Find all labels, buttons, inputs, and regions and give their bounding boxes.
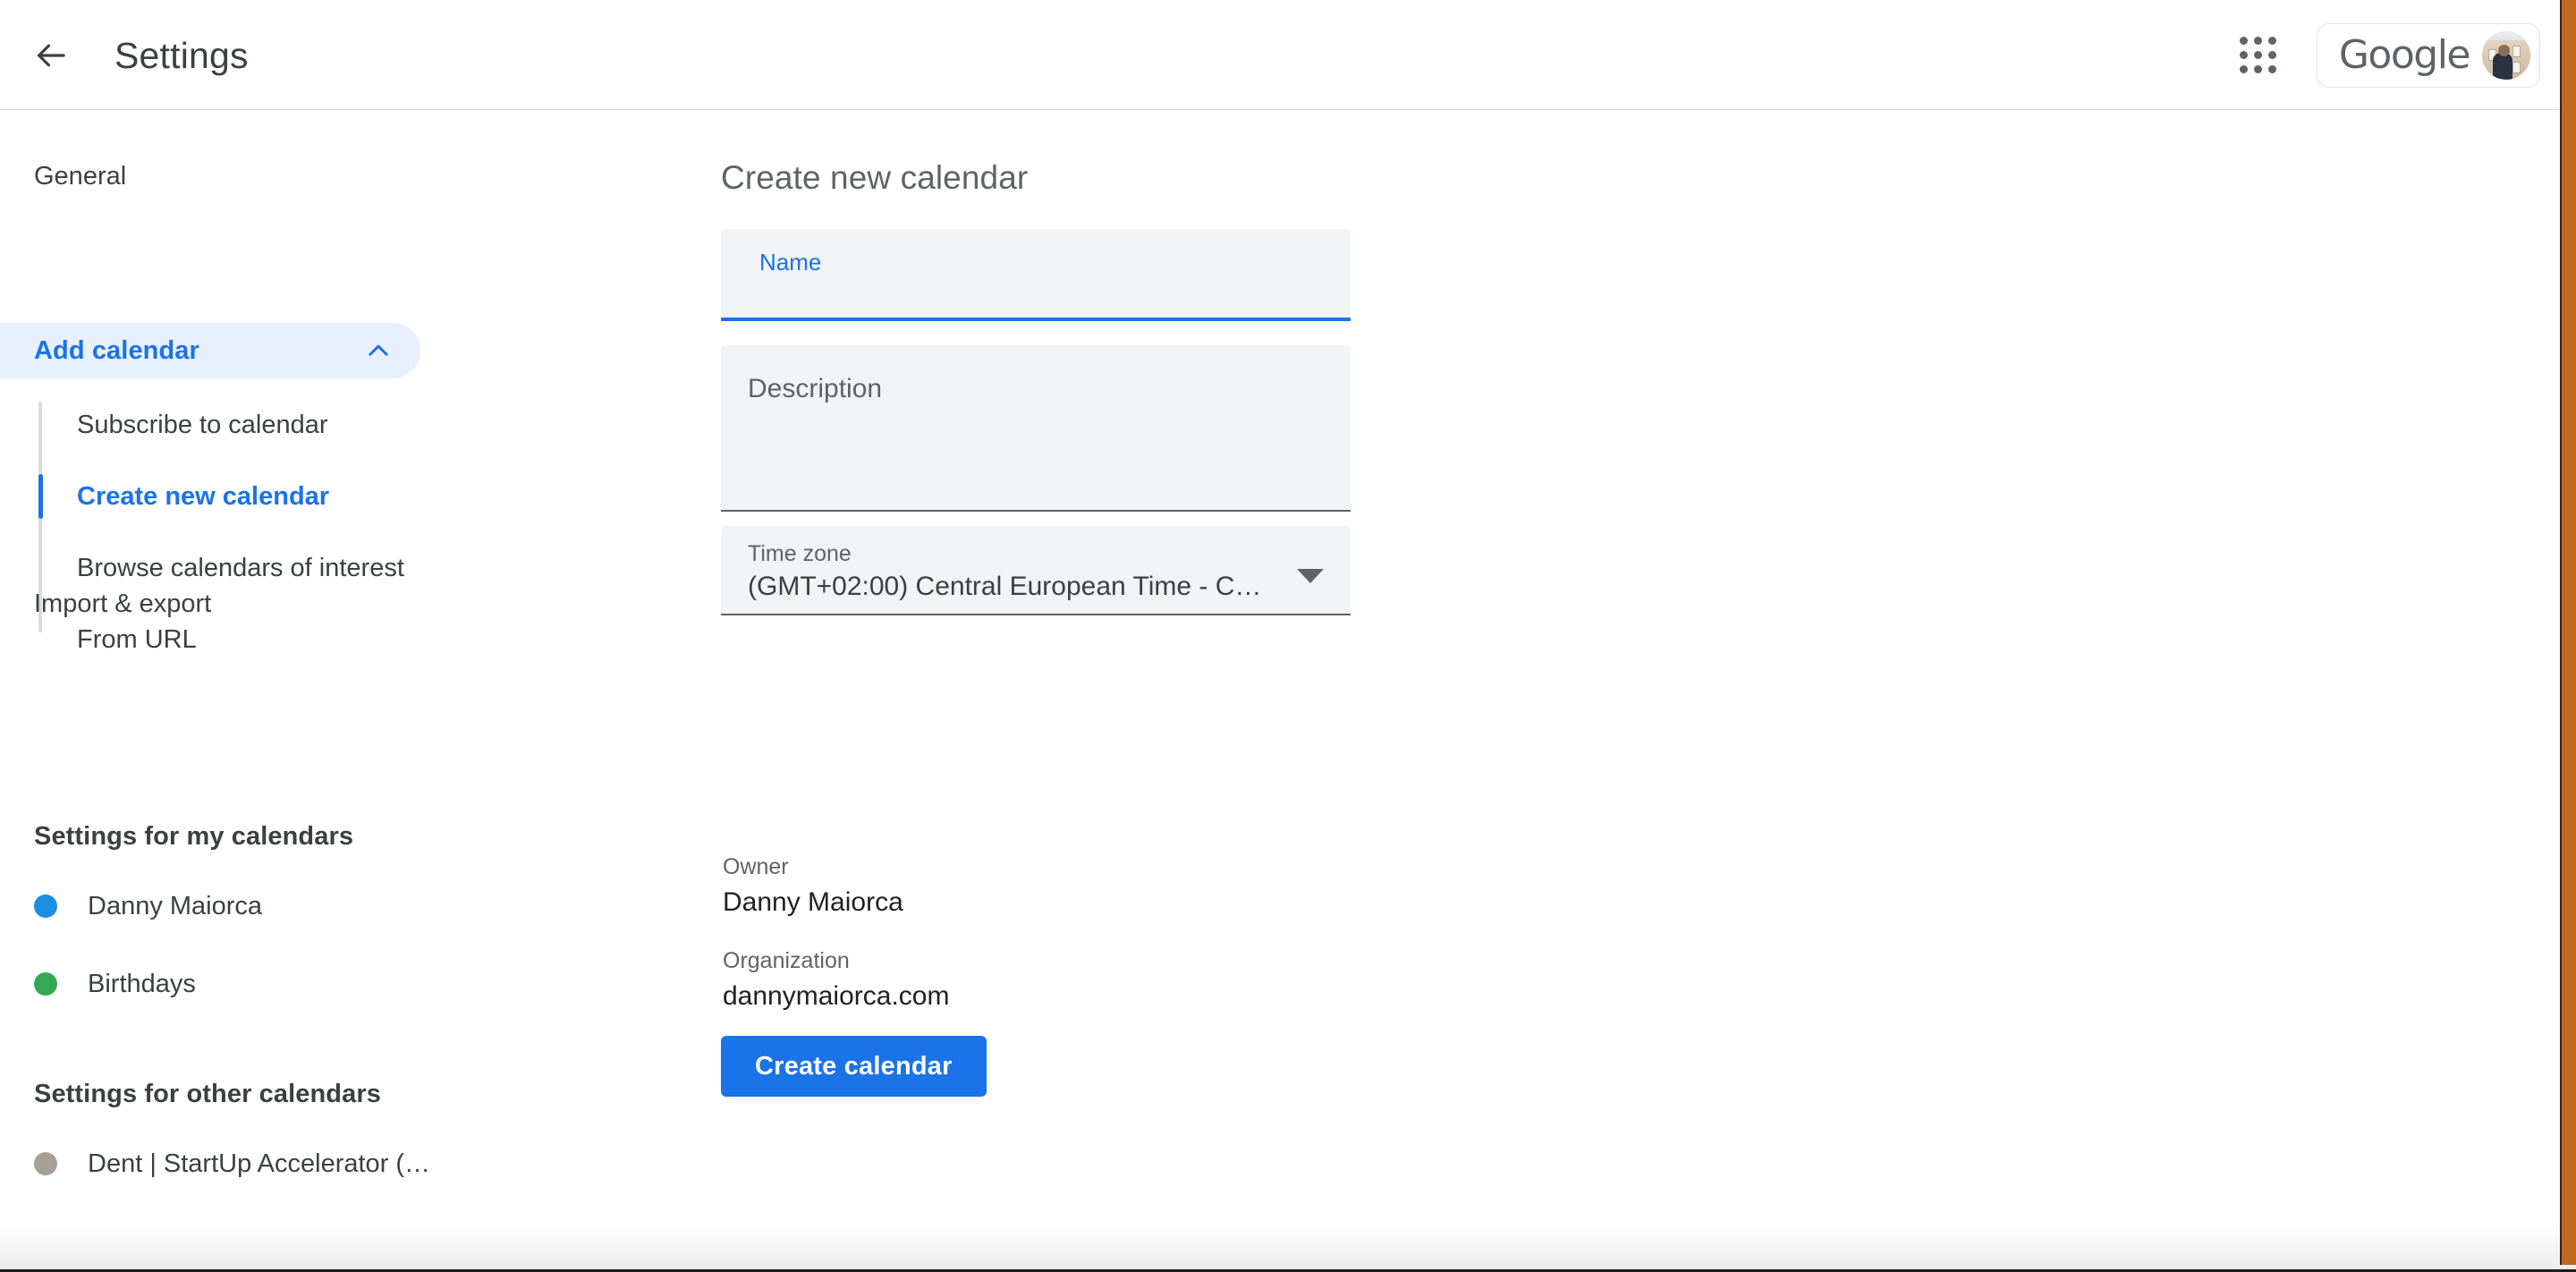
calendar-name: Danny Maiorca	[88, 892, 262, 921]
page-title: Settings	[114, 30, 249, 81]
calendar-name: Birthdays	[88, 970, 196, 999]
sidebar-item-add-calendar[interactable]: Add calendar	[0, 323, 420, 378]
settings-sidebar: General Add calendar Subscribe to calend…	[0, 110, 716, 1225]
description-input[interactable]	[748, 415, 1327, 497]
app-header: Settings Google	[0, 0, 2560, 110]
timezone-field-label: Time zone	[748, 541, 852, 567]
my-calendars-list: Danny Maiorca Birthdays	[0, 879, 501, 1035]
timezone-select[interactable]: Time zone (GMT+02:00) Central European T…	[721, 526, 1351, 615]
window-bottom-edge	[0, 1225, 2576, 1272]
avatar	[2482, 31, 2530, 80]
google-wordmark: Google	[2339, 36, 2470, 75]
list-item[interactable]: Birthdays	[0, 957, 501, 1011]
header-actions: Google	[2225, 0, 2560, 110]
sidebar-item-subscribe-to-calendar[interactable]: Subscribe to calendar	[0, 396, 501, 454]
name-field-label: Name	[759, 249, 821, 276]
sidebar-item-import-export[interactable]: Import & export	[0, 575, 420, 632]
organization-label: Organization	[723, 946, 949, 975]
description-field-label: Description	[748, 374, 882, 404]
description-field[interactable]: Description	[721, 345, 1351, 512]
my-calendars-heading: Settings for my calendars	[34, 822, 353, 852]
calendar-color-dot	[34, 972, 57, 996]
calendar-color-dot	[34, 1152, 57, 1175]
back-button[interactable]	[25, 30, 77, 81]
create-calendar-panel: Create new calendar Name Description Tim…	[716, 110, 2560, 1225]
sidebar-item-label: Import & export	[34, 589, 211, 619]
sidebar-item-create-new-calendar[interactable]: Create new calendar	[0, 468, 501, 525]
calendar-color-dot	[34, 895, 57, 918]
sidebar-item-label: Subscribe to calendar	[77, 411, 328, 440]
sidebar-item-label: General	[34, 162, 126, 191]
timezone-selected-value: (GMT+02:00) Central European Time - Cope…	[748, 572, 1270, 602]
google-apps-button[interactable]	[2225, 22, 2292, 89]
account-chip[interactable]: Google	[2317, 23, 2540, 88]
chevron-down-icon[interactable]	[1297, 569, 1324, 583]
arrow-left-icon	[33, 38, 69, 73]
chevron-up-icon	[363, 335, 394, 366]
window-right-edge	[2560, 0, 2576, 1265]
owner-label: Owner	[723, 852, 903, 881]
sidebar-item-label: Add calendar	[34, 336, 363, 366]
organization-value: dannymaiorca.com	[723, 978, 949, 1015]
name-input[interactable]	[759, 279, 1324, 313]
organization-row: Organization dannymaiorca.com	[723, 946, 949, 1015]
apps-grid-icon	[2240, 37, 2276, 73]
list-item[interactable]: Dent | StartUp Accelerator (…	[0, 1137, 501, 1191]
owner-row: Owner Danny Maiorca	[723, 852, 903, 921]
sidebar-item-general[interactable]: General	[0, 148, 420, 205]
name-field[interactable]: Name	[721, 229, 1351, 321]
list-item[interactable]: Danny Maiorca	[0, 879, 501, 933]
other-calendars-heading: Settings for other calendars	[34, 1080, 381, 1109]
panel-title: Create new calendar	[721, 159, 1028, 197]
settings-page: Settings Google	[0, 0, 2576, 1272]
create-calendar-button[interactable]: Create calendar	[721, 1036, 987, 1097]
sidebar-item-label: Create new calendar	[77, 482, 329, 512]
calendar-name: Dent | StartUp Accelerator (…	[88, 1149, 430, 1179]
add-calendar-submenu: Subscribe to calendar Create new calenda…	[0, 396, 501, 683]
owner-value: Danny Maiorca	[723, 884, 903, 921]
